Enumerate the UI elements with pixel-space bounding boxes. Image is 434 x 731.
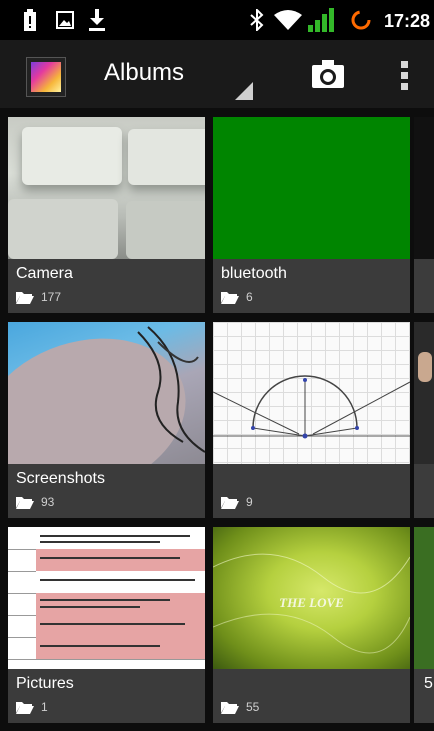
- page-title[interactable]: Albums: [104, 59, 184, 87]
- folder-icon: [16, 292, 34, 304]
- album-name: Camera: [16, 265, 73, 282]
- album-tile-screenshots[interactable]: Screenshots 93: [8, 322, 205, 518]
- album-label: Pictures 1: [8, 669, 205, 723]
- album-thumbnail: [213, 117, 410, 259]
- album-label: 9: [213, 464, 410, 518]
- album-label: bluetooth 6: [213, 259, 410, 313]
- album-count: 55: [246, 700, 260, 714]
- album-label: 55: [213, 669, 410, 723]
- folder-icon: [221, 702, 239, 714]
- album-name: bluetooth: [221, 265, 287, 282]
- folder-icon: [221, 497, 239, 509]
- wifi-icon: [274, 10, 302, 30]
- album-thumbnail: THE LOVE: [213, 527, 410, 669]
- overflow-menu-button[interactable]: [390, 48, 420, 100]
- album-tile-peek[interactable]: [414, 322, 434, 518]
- album-tile-bluetooth[interactable]: bluetooth 6: [213, 117, 410, 313]
- battery-alert-icon: [24, 9, 36, 31]
- sync-icon: [351, 10, 371, 30]
- clock: 17:28: [383, 11, 430, 31]
- folder-icon: [221, 292, 239, 304]
- album-tile-diagram[interactable]: 9: [213, 322, 410, 518]
- album-name: Screenshots: [16, 470, 105, 487]
- folder-icon: [16, 497, 34, 509]
- gallery-app-icon[interactable]: [26, 57, 66, 97]
- album-count: 1: [41, 700, 48, 714]
- album-tile-peek[interactable]: 5: [414, 527, 434, 723]
- overflow-menu-icon: [401, 61, 408, 68]
- camera-icon: [312, 60, 344, 88]
- album-count: 9: [246, 495, 253, 509]
- album-thumbnail: [8, 117, 205, 259]
- album-count: 177: [41, 290, 62, 304]
- album-thumbnail: [8, 322, 205, 464]
- album-count: 93: [41, 495, 55, 509]
- bluetooth-icon: [250, 9, 264, 31]
- album-name: 5: [424, 675, 433, 692]
- album-thumbnail: [213, 322, 410, 464]
- camera-button[interactable]: [300, 48, 356, 100]
- album-name: Pictures: [16, 675, 74, 692]
- album-tile-peek[interactable]: [414, 117, 434, 313]
- album-label: Screenshots 93: [8, 464, 205, 518]
- album-tile-love[interactable]: THE LOVE 55: [213, 527, 410, 723]
- thumbnail-caption: THE LOVE: [279, 595, 344, 610]
- album-label: Camera 177: [8, 259, 205, 313]
- download-icon: [89, 9, 105, 31]
- album-thumbnail: [8, 527, 205, 669]
- album-tile-camera[interactable]: Camera 177: [8, 117, 205, 313]
- album-tile-pictures[interactable]: Pictures 1: [8, 527, 205, 723]
- image-notification-icon: [56, 11, 74, 29]
- album-count: 6: [246, 290, 253, 304]
- album-grid: Camera 177 bluetooth 6 Screenshots 93 9 …: [0, 108, 434, 731]
- action-bar: Albums: [0, 40, 434, 108]
- signal-icon: [308, 8, 334, 32]
- album-view-dropdown-icon[interactable]: [235, 82, 253, 100]
- status-bar: 17:28: [0, 0, 434, 40]
- folder-icon: [16, 702, 34, 714]
